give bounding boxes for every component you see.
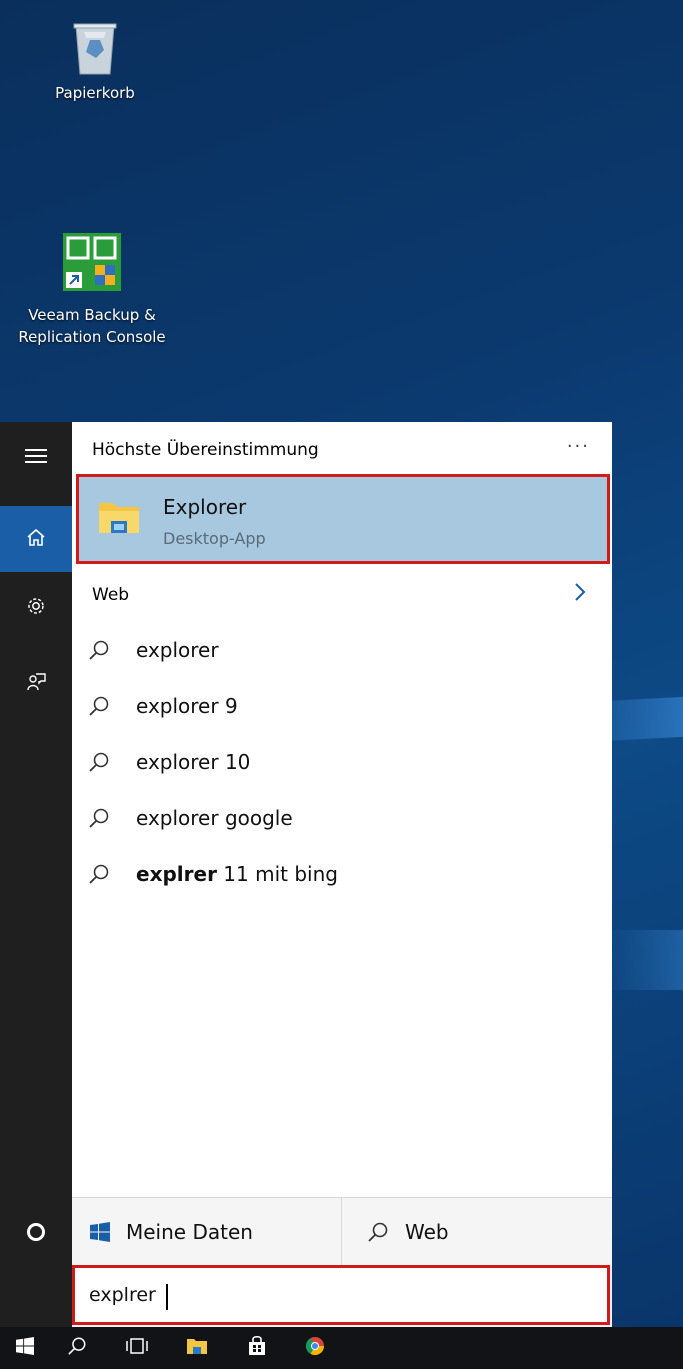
web-suggestion-text: explorer 9 <box>136 694 238 718</box>
web-search-label: Web <box>405 1220 449 1244</box>
search-icon <box>88 695 118 717</box>
windows-logo-icon <box>90 1222 110 1242</box>
search-icon <box>88 807 118 829</box>
search-icon <box>88 751 118 773</box>
settings-icon <box>26 596 46 620</box>
search-box[interactable] <box>72 1265 610 1325</box>
results-area: Höchste Übereinstimmung ··· Explorer Des… <box>72 422 612 1197</box>
start-menu: Höchste Übereinstimmung ··· Explorer Des… <box>0 422 612 1327</box>
taskbar-search-button[interactable] <box>52 1327 102 1369</box>
home-button[interactable] <box>0 506 72 572</box>
hamburger-menu-button[interactable] <box>0 428 72 488</box>
search-icon <box>67 1336 87 1360</box>
search-icon <box>367 1221 389 1243</box>
settings-button[interactable] <box>0 578 72 638</box>
start-menu-rail <box>0 422 72 1327</box>
cortana-icon <box>26 1222 46 1246</box>
recycle-bin-icon <box>40 18 150 76</box>
start-button[interactable] <box>0 1327 50 1369</box>
web-search-button[interactable]: Web <box>343 1198 612 1266</box>
best-match-name: Explorer <box>163 495 247 519</box>
search-scope-bar: Meine Daten Web <box>72 1197 612 1266</box>
web-suggestion[interactable]: explrer 11 mit bing <box>72 846 612 902</box>
file-explorer-icon <box>186 1337 208 1359</box>
chevron-right-icon[interactable] <box>574 582 586 606</box>
search-results-panel: Höchste Übereinstimmung ··· Explorer Des… <box>72 422 612 1327</box>
best-match-result[interactable]: Explorer Desktop-App <box>76 474 610 564</box>
task-view-button[interactable] <box>112 1327 162 1369</box>
chrome-icon <box>305 1336 325 1360</box>
store-button[interactable] <box>232 1327 282 1369</box>
search-icon <box>88 863 118 885</box>
web-suggestion[interactable]: explorer google <box>72 790 612 846</box>
web-suggestion-text: explrer 11 mit bing <box>136 862 338 886</box>
cortana-button[interactable] <box>0 1200 72 1268</box>
web-suggestion[interactable]: explorer 9 <box>72 678 612 734</box>
desktop-icon-veeam[interactable]: Veeam Backup & Replication Console <box>2 232 182 348</box>
wallpaper-light <box>603 930 683 990</box>
store-icon <box>248 1335 266 1360</box>
file-explorer-icon <box>97 497 141 541</box>
desktop-icon-label: Papierkorb <box>55 84 135 102</box>
my-stuff-label: Meine Daten <box>126 1220 253 1244</box>
web-heading: Web <box>92 585 130 605</box>
more-options-button[interactable]: ··· <box>567 436 590 457</box>
chrome-button[interactable] <box>290 1327 340 1369</box>
task-view-icon <box>126 1338 148 1358</box>
best-match-heading: Höchste Übereinstimmung <box>92 440 319 460</box>
best-match-subtitle: Desktop-App <box>163 529 266 548</box>
hamburger-menu-icon <box>25 448 47 468</box>
desktop-icon-label: Veeam Backup & Replication Console <box>18 306 166 346</box>
web-suggestion[interactable]: explorer 10 <box>72 734 612 790</box>
feedback-icon <box>26 672 46 696</box>
veeam-icon <box>2 232 182 298</box>
web-suggestion-text: explorer 10 <box>136 750 251 774</box>
feedback-button[interactable] <box>0 654 72 714</box>
my-stuff-button[interactable]: Meine Daten <box>72 1198 342 1266</box>
file-explorer-taskbar-button[interactable] <box>172 1327 222 1369</box>
text-caret <box>166 1284 168 1310</box>
desktop-icon-recycle-bin[interactable]: Papierkorb <box>40 18 150 104</box>
taskbar <box>0 1327 683 1369</box>
web-suggestion[interactable]: explorer <box>72 622 612 678</box>
web-suggestion-text: explorer google <box>136 806 293 830</box>
home-icon <box>26 528 46 550</box>
start-button-icon <box>16 1337 34 1359</box>
search-input[interactable] <box>89 1280 589 1310</box>
search-icon <box>88 639 118 661</box>
web-suggestion-text: explorer <box>136 638 219 662</box>
